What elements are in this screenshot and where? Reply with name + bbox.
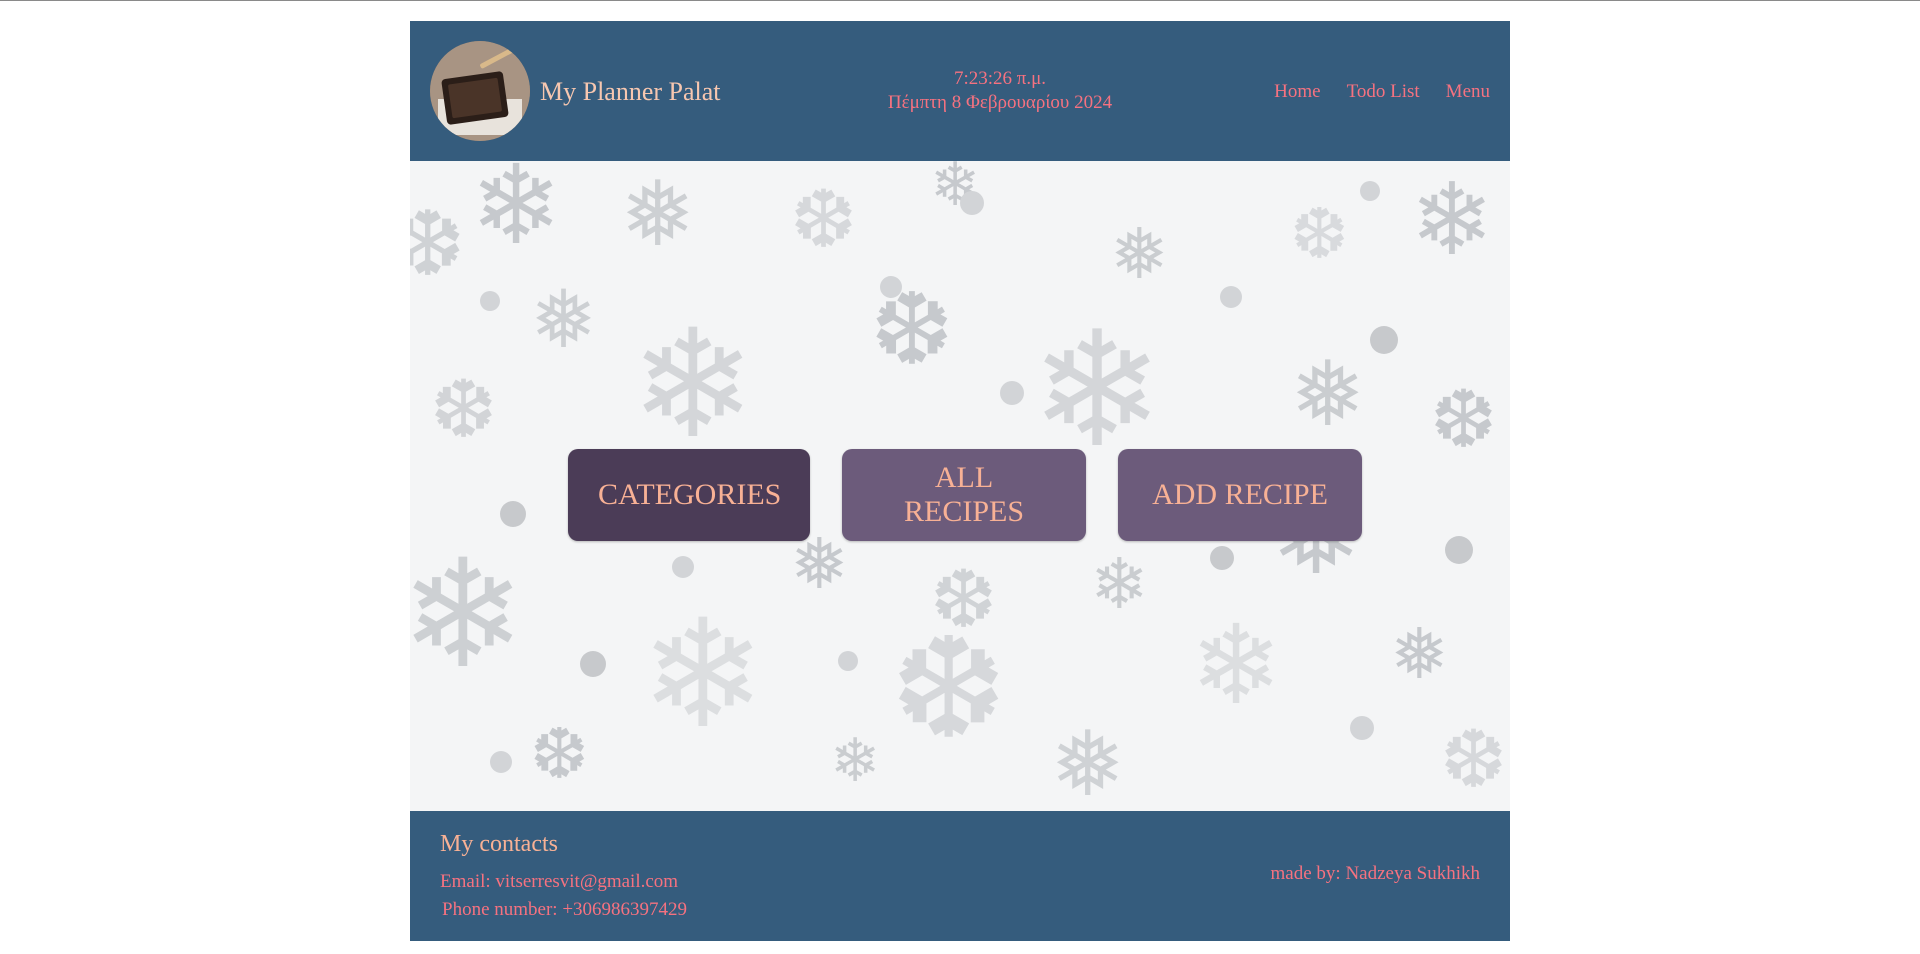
nav-home-link[interactable]: Home [1274, 81, 1320, 103]
clock: 7:23:26 π.μ. Πέμπτη 8 Φεβρουαρίου 2024 [810, 67, 1190, 115]
site-header: My Planner Palat 7:23:26 π.μ. Πέμπτη 8 Φ… [410, 21, 1510, 161]
categories-button[interactable]: CATEGORIES [568, 449, 810, 541]
site-footer: My contacts Email: vitserresvit@gmail.co… [410, 811, 1510, 941]
all-recipes-button[interactable]: ALL RECIPES [842, 449, 1086, 541]
contact-phone: Phone number: +306986397429 [442, 899, 688, 920]
action-buttons: CATEGORIES ALL RECIPES ADD RECIPE [568, 449, 1362, 541]
main-nav: Home Todo List Menu [1274, 81, 1490, 103]
add-recipe-button[interactable]: ADD RECIPE [1118, 449, 1362, 541]
main-content: ❄ ❅ ❆ ❄ ❅ ❆ ❄ ❆ ❅ ❄ ❆ ❄ ❅ ❆ ❆ ❄ ❅ ❆ ❄ ❅ … [410, 161, 1510, 811]
made-by-credit: made by: Nadzeya Sukhikh [1270, 863, 1480, 884]
clock-date: Πέμπτη 8 Φεβρουαρίου 2024 [887, 92, 1113, 113]
contacts-title: My contacts [440, 831, 558, 857]
clock-time: 7:23:26 π.μ. [953, 68, 1047, 89]
logo-image [430, 41, 530, 141]
contact-email: Email: vitserresvit@gmail.com [440, 871, 679, 892]
page: My Planner Palat 7:23:26 π.μ. Πέμπτη 8 Φ… [410, 21, 1510, 941]
nav-menu-link[interactable]: Menu [1446, 81, 1490, 103]
site-title: My Planner Palat [540, 77, 721, 106]
nav-todo-link[interactable]: Todo List [1347, 81, 1420, 103]
